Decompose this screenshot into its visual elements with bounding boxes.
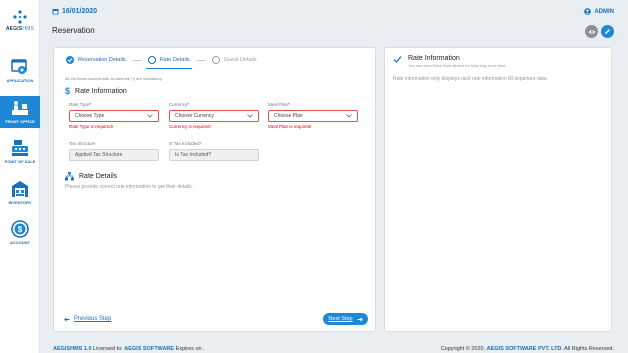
check-icon bbox=[66, 56, 74, 64]
select-value: Choose Currency bbox=[175, 113, 214, 119]
meal-plan-select[interactable]: Choose Plan bbox=[268, 110, 358, 122]
rate-type-field: Rate Type* Choose Type Rate Type is requ… bbox=[69, 102, 159, 129]
footer-copyright: Copyright © 2020. AEGIS SOFTWARE PVT. LT… bbox=[441, 346, 614, 352]
step-label: Reservation Details bbox=[78, 57, 126, 63]
step-rate-details[interactable]: Rate Details bbox=[145, 56, 192, 69]
user-menu[interactable]: ADMIN bbox=[584, 8, 614, 15]
step-circle-icon bbox=[147, 56, 156, 64]
sidebar-item-point-of-sale[interactable]: POINT OF SALE bbox=[0, 139, 40, 164]
current-date: 16/01/2020 bbox=[52, 8, 97, 15]
rate-details-note: Please provide correct rate information … bbox=[65, 184, 194, 190]
dollar-sign-icon: $ bbox=[65, 86, 71, 96]
page-title: Reservation bbox=[52, 26, 95, 35]
eye-icon bbox=[588, 29, 595, 34]
panel-body-text: Rate information only displays rack rate… bbox=[393, 76, 549, 82]
expires-text: Expires on . bbox=[175, 346, 205, 352]
calendar-icon bbox=[52, 9, 59, 15]
sidebar-item-label: FRONT OFFICE bbox=[5, 119, 35, 124]
licensed-text: Licensed to: bbox=[93, 346, 123, 352]
sidebar-item-label: POINT OF SALE bbox=[4, 159, 36, 164]
tax-structure-label: Tax Structure bbox=[69, 141, 96, 146]
section-title: Rate Details bbox=[79, 173, 118, 180]
date-text: 16/01/2020 bbox=[62, 8, 98, 15]
pencil-icon bbox=[605, 29, 610, 34]
sidebar-item-account[interactable]: $ ACCOUNT bbox=[0, 220, 40, 245]
checklist-icon bbox=[393, 56, 402, 64]
sidebar-item-label: INVENTORY bbox=[8, 200, 32, 205]
tax-included-label: Is Tax Included? bbox=[169, 141, 202, 146]
step-guest-details[interactable]: Guest Details bbox=[211, 56, 257, 64]
copyright-text: Copyright © 2020. bbox=[440, 346, 486, 352]
meal-plan-error: Meal Plan is required! bbox=[268, 124, 312, 129]
arrow-right-icon bbox=[357, 316, 363, 322]
user-icon bbox=[584, 8, 592, 15]
rate-information-heading: $ Rate Information bbox=[65, 86, 127, 96]
sidebar-item-inventory[interactable]: INVENTORY bbox=[0, 180, 40, 205]
user-name: ADMIN bbox=[594, 8, 614, 15]
chevron-down-icon bbox=[346, 114, 352, 118]
tax-structure-input: Applied Tax Structure bbox=[69, 149, 159, 161]
company-name[interactable]: AEGIS SOFTWARE PVT. LTD. bbox=[487, 346, 563, 352]
step-label: Rate Details bbox=[159, 57, 190, 63]
wizard-steps: Reservation Details Rate Details Guest D… bbox=[66, 56, 257, 69]
panel-subtitle: You can view Rack Rate alloted for total… bbox=[408, 63, 507, 68]
sitemap-icon bbox=[65, 172, 74, 181]
rights-text: All Rights Reserved. bbox=[564, 346, 614, 352]
edit-button[interactable] bbox=[601, 25, 614, 38]
product-version: AEGISHMS 1.0 bbox=[53, 346, 92, 352]
meal-plan-field: Meal Plan* Choose Plan Meal Plan is requ… bbox=[268, 102, 358, 129]
previous-step-label: Previous Step bbox=[74, 316, 112, 322]
mandatory-note: All the fields marked with an asterisk (… bbox=[65, 76, 163, 81]
tax-included-field: Is Tax Included? Is Tax Included? bbox=[169, 141, 259, 161]
rate-type-label: Rate Type* bbox=[69, 102, 92, 107]
select-value: Choose Type bbox=[75, 113, 105, 119]
step-connector bbox=[195, 59, 206, 61]
currency-select[interactable]: Choose Currency bbox=[169, 110, 259, 122]
licensee-name: AEGIS SOFTWARE bbox=[124, 346, 175, 352]
gear-window-icon bbox=[11, 59, 27, 74]
chevron-down-icon bbox=[247, 114, 253, 118]
sidebar-item-front-office[interactable]: FRONT OFFICE bbox=[0, 96, 40, 128]
section-title: Rate Information bbox=[75, 87, 127, 95]
tax-structure-field: Tax Structure Applied Tax Structure bbox=[69, 141, 159, 161]
sidebar-item-label: APPLICATION bbox=[6, 78, 34, 83]
rate-information-header: Rate Information You can view Rack Rate … bbox=[393, 55, 506, 68]
currency-field: Currency* Choose Currency Currency is re… bbox=[169, 102, 259, 129]
app-logo[interactable]: AEGISHMS bbox=[0, 10, 40, 32]
reservation-form-panel: Reservation Details Rate Details Guest D… bbox=[53, 47, 376, 332]
rate-type-error: Rate Type is required! bbox=[69, 124, 113, 129]
previous-step-button[interactable]: Previous Step bbox=[64, 316, 111, 322]
rate-type-select[interactable]: Choose Type bbox=[69, 110, 159, 122]
svg-text:$: $ bbox=[18, 225, 23, 234]
step-label: Guest Details bbox=[223, 57, 257, 63]
tax-included-input: Is Tax Included? bbox=[169, 149, 259, 161]
step-reservation-details[interactable]: Reservation Details bbox=[66, 56, 126, 64]
sidebar-item-label: ACCOUNT bbox=[10, 240, 30, 245]
currency-label: Currency* bbox=[169, 102, 190, 107]
view-button[interactable] bbox=[585, 25, 598, 38]
brand-name: AEGISHMS bbox=[5, 26, 35, 32]
sidebar: AEGISHMS APPLICATION FRONT OFFICE POINT bbox=[0, 0, 40, 353]
select-value: Choose Plan bbox=[274, 113, 303, 119]
chevron-down-icon bbox=[147, 114, 153, 118]
top-bar: 16/01/2020 Reservation ADMIN bbox=[40, 0, 628, 42]
panel-title: Rate Information bbox=[408, 55, 460, 62]
cash-register-icon bbox=[12, 140, 28, 156]
rate-information-panel: Rate Information You can view Rack Rate … bbox=[384, 47, 612, 332]
logo-icon bbox=[13, 10, 27, 24]
currency-error: Currency is required! bbox=[169, 124, 211, 129]
rate-details-heading: Rate Details bbox=[65, 172, 117, 181]
next-step-label: Next Step bbox=[328, 316, 353, 322]
arrow-left-icon bbox=[64, 316, 70, 322]
next-step-button[interactable]: Next Step bbox=[323, 313, 368, 325]
warehouse-icon bbox=[12, 181, 28, 197]
step-connector bbox=[131, 59, 142, 61]
step-circle-icon bbox=[211, 56, 220, 64]
meal-plan-label: Meal Plan* bbox=[268, 102, 290, 107]
front-desk-icon bbox=[12, 101, 28, 115]
footer-license: AEGISHMS 1.0 Licensed to: AEGIS SOFTWARE… bbox=[53, 346, 205, 352]
sidebar-item-application[interactable]: APPLICATION bbox=[0, 58, 40, 83]
dollar-icon: $ bbox=[11, 220, 29, 238]
